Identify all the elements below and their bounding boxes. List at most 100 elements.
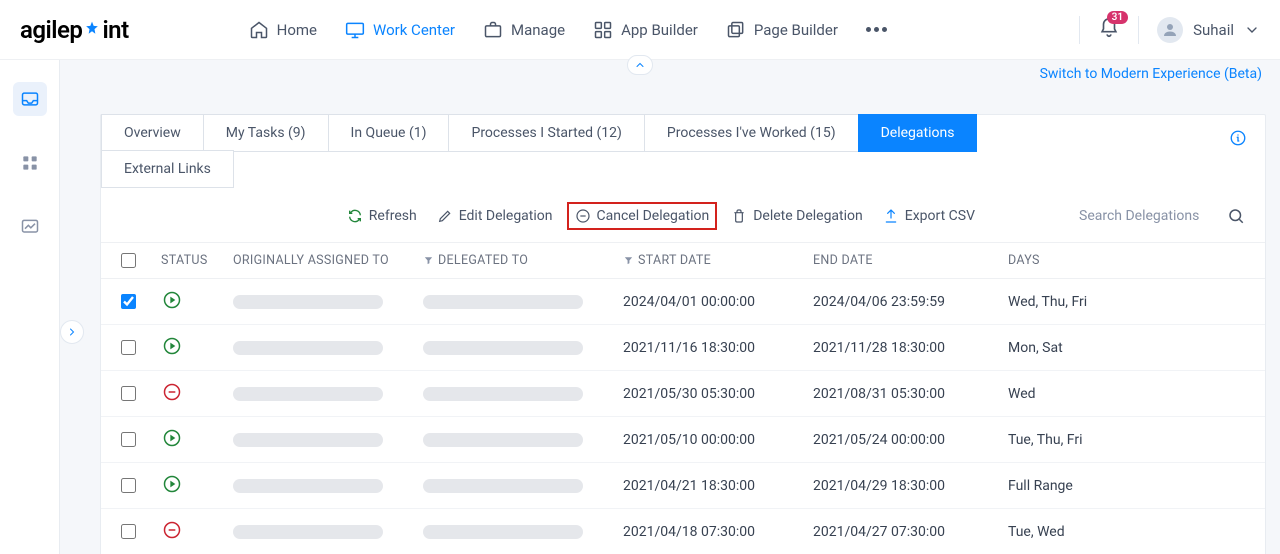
redacted-value [423,295,583,309]
logo-text-a: agilep [20,16,82,44]
days: Tue, Wed [1008,524,1178,540]
redacted-value [423,341,583,355]
notifications-button[interactable]: 31 [1098,17,1120,43]
refresh-button[interactable]: Refresh [341,204,423,228]
days: Full Range [1008,478,1178,494]
table-row[interactable]: 2021/05/10 00:00:00 2021/05/24 00:00:00 … [101,417,1265,463]
delete-delegation-button[interactable]: Delete Delegation [725,204,869,228]
logo[interactable]: agilep int [20,16,129,44]
col-end[interactable]: END DATE [813,253,1008,268]
table-row[interactable]: 2021/04/18 07:30:00 2021/04/27 07:30:00 … [101,509,1265,554]
status-icon [161,381,183,403]
grid4-icon [20,153,40,173]
info-icon [1229,129,1247,147]
sidebar-apps[interactable] [13,146,47,180]
inbox-icon [20,89,40,109]
row-checkbox[interactable] [121,432,136,447]
tab-mytasks[interactable]: My Tasks (9) [203,114,329,152]
status-icon [161,289,183,311]
switch-experience-link[interactable]: Switch to Modern Experience (Beta) [1040,66,1262,82]
col-orig[interactable]: ORIGINALLY ASSIGNED TO [233,253,423,268]
divider [1079,16,1080,44]
table-row[interactable]: 2021/05/30 05:30:00 2021/08/31 05:30:00 … [101,371,1265,417]
row-checkbox[interactable] [121,386,136,401]
info-button[interactable] [1229,129,1247,151]
search-icon[interactable] [1227,207,1245,225]
redacted-value [233,433,383,447]
redacted-value [423,387,583,401]
redacted-value [423,525,583,539]
nav-app-builder[interactable]: App Builder [593,20,698,40]
chevron-down-icon [1244,22,1260,38]
status-icon [161,473,183,495]
filter-icon [423,255,434,266]
redacted-value [423,433,583,447]
pencil-icon [437,208,453,224]
redacted-value [233,525,383,539]
end-date: 2021/04/29 18:30:00 [813,478,1008,494]
tab-external-links[interactable]: External Links [101,150,234,188]
start-date: 2021/04/18 07:30:00 [623,524,813,540]
nav-manage[interactable]: Manage [483,20,565,40]
toolbar: Refresh Edit Delegation Cancel Delegatio… [101,188,1265,242]
table-row[interactable]: 2021/04/21 18:30:00 2021/04/29 18:30:00 … [101,463,1265,509]
days: Wed, Thu, Fri [1008,294,1178,310]
chevron-up-icon [634,59,646,71]
days: Mon, Sat [1008,340,1178,356]
user-menu[interactable]: Suhail [1157,17,1260,43]
home-icon [249,20,269,40]
edit-delegation-button[interactable]: Edit Delegation [431,204,559,228]
col-start[interactable]: START DATE [623,253,813,268]
user-name: Suhail [1193,21,1234,39]
days: Tue, Thu, Fri [1008,432,1178,448]
copy-icon [726,20,746,40]
tab-delegations[interactable]: Delegations [858,114,978,152]
nav-home[interactable]: Home [249,20,317,40]
nav-more[interactable] [866,27,887,32]
top-nav: agilep int Home Work Center Manage App B… [0,0,1280,60]
nav-work-center[interactable]: Work Center [345,20,455,40]
notification-badge: 31 [1107,11,1128,24]
redacted-value [233,295,383,309]
days: Wed [1008,386,1178,402]
chart-icon [20,217,40,237]
col-deleg[interactable]: DELEGATED TO [423,253,623,268]
tab-overview[interactable]: Overview [101,114,204,152]
minus-circle-icon [575,208,591,224]
export-csv-button[interactable]: Export CSV [877,204,981,228]
avatar [1157,17,1183,43]
redacted-value [423,479,583,493]
trash-icon [731,208,747,224]
monitor-icon [345,20,365,40]
table-header: STATUS ORIGINALLY ASSIGNED TO DELEGATED … [101,242,1265,279]
table-row[interactable]: 2021/11/16 18:30:00 2021/11/28 18:30:00 … [101,325,1265,371]
collapse-header-button[interactable] [627,55,653,75]
sidebar-reports[interactable] [13,210,47,244]
table-row[interactable]: 2024/04/01 00:00:00 2024/04/06 23:59:59 … [101,279,1265,325]
divider [1138,16,1139,44]
select-all-checkbox[interactable] [121,253,136,268]
search-input[interactable] [1079,208,1219,224]
col-days[interactable]: DAYS [1008,253,1178,268]
sidebar-inbox[interactable] [13,82,47,116]
start-date: 2024/04/01 00:00:00 [623,294,813,310]
end-date: 2021/11/28 18:30:00 [813,340,1008,356]
main-card: Overview My Tasks (9) In Queue (1) Proce… [100,114,1266,554]
status-icon [161,335,183,357]
end-date: 2021/04/27 07:30:00 [813,524,1008,540]
tab-started[interactable]: Processes I Started (12) [448,114,644,152]
row-checkbox[interactable] [121,524,136,539]
tab-worked[interactable]: Processes I've Worked (15) [644,114,859,152]
start-date: 2021/05/10 00:00:00 [623,432,813,448]
row-checkbox[interactable] [121,478,136,493]
end-date: 2024/04/06 23:59:59 [813,294,1008,310]
row-checkbox[interactable] [121,294,136,309]
row-checkbox[interactable] [121,340,136,355]
cancel-delegation-button[interactable]: Cancel Delegation [567,202,718,230]
delegations-table: STATUS ORIGINALLY ASSIGNED TO DELEGATED … [101,242,1265,554]
person-icon [1161,21,1179,39]
nav-page-builder[interactable]: Page Builder [726,20,838,40]
col-status[interactable]: STATUS [161,253,233,268]
tab-inqueue[interactable]: In Queue (1) [328,114,450,152]
sidebar [0,60,60,554]
